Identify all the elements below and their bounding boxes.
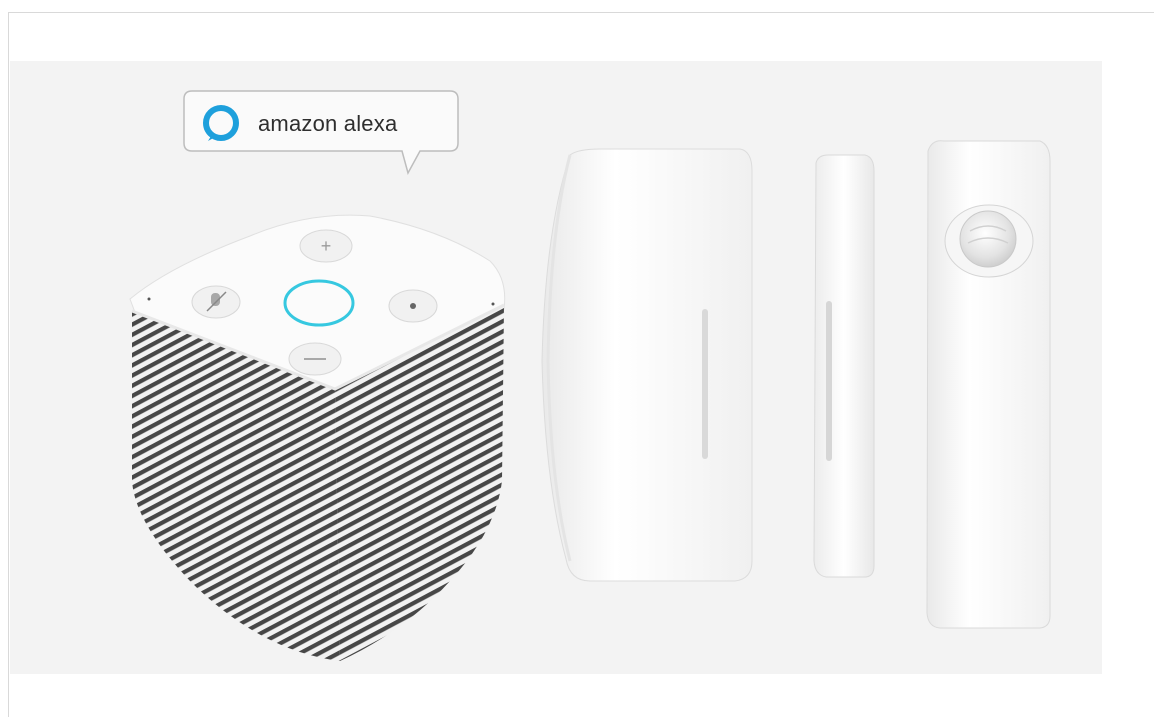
pir-lens-icon	[959, 210, 1017, 268]
product-photo: + amazon alexa	[10, 61, 1102, 674]
product-illustration: +	[129, 90, 1051, 661]
alexa-badge-label: amazon alexa	[258, 111, 398, 136]
motion-sensor	[926, 140, 1051, 629]
svg-text:+: +	[321, 236, 332, 256]
door-sensor-magnet	[813, 154, 875, 578]
smart-speaker: +	[129, 214, 506, 661]
door-sensor-main	[541, 148, 753, 582]
